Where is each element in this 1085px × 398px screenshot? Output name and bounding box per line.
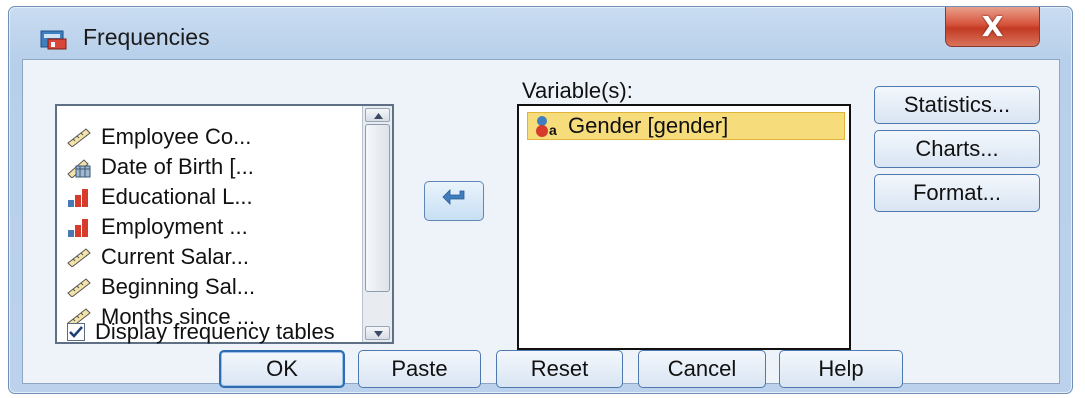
checkmark-icon — [69, 326, 83, 338]
list-item[interactable]: a Gender [gender] — [527, 112, 845, 140]
svg-text:a: a — [549, 122, 557, 138]
dialog-client-area: Employee Co... Date of Birth [... Educat… — [22, 59, 1060, 388]
vertical-scrollbar[interactable] — [362, 106, 392, 342]
scroll-up-button[interactable] — [365, 108, 390, 122]
scroll-down-button[interactable] — [365, 326, 390, 340]
scroll-thumb[interactable] — [365, 124, 390, 292]
ruler-icon — [65, 125, 93, 149]
display-frequency-tables-checkbox[interactable] — [67, 323, 85, 341]
close-button[interactable]: X — [945, 7, 1040, 47]
list-item[interactable]: Current Salar... — [65, 242, 249, 272]
list-item-label: Educational L... — [101, 184, 253, 209]
ruler-icon — [65, 245, 93, 269]
nominal-icon: a — [532, 114, 562, 138]
statistics-button[interactable]: Statistics... — [874, 86, 1040, 124]
move-variable-button[interactable] — [424, 181, 484, 221]
help-button[interactable]: Help — [779, 350, 903, 388]
format-button[interactable]: Format... — [874, 174, 1040, 212]
display-frequency-tables-option[interactable]: Display frequency tables — [67, 319, 335, 345]
selected-variables-list[interactable]: a Gender [gender] — [517, 104, 851, 350]
list-item-label: Date of Birth [... — [101, 154, 254, 179]
cancel-button[interactable]: Cancel — [638, 350, 766, 388]
ordinal-bar-icon — [65, 185, 93, 209]
checkbox-label: Display frequency tables — [95, 319, 335, 344]
frequencies-icon — [39, 27, 69, 51]
frequencies-dialog: Frequencies X Employee Co... Date of Bir… — [8, 6, 1073, 394]
list-item[interactable]: Employee Co... — [65, 122, 251, 152]
variables-label: Variable(s): — [522, 78, 633, 103]
list-item-label: Gender [gender] — [568, 113, 729, 138]
list-item[interactable]: Educational L... — [65, 182, 253, 212]
list-item-label: Employee Co... — [101, 124, 252, 149]
list-item-label: Current Salar... — [101, 244, 249, 269]
list-item-label: Beginning Sal... — [101, 274, 256, 299]
list-item-label: Employment ... — [101, 214, 248, 239]
title-bar[interactable]: Frequencies X — [9, 7, 1072, 59]
source-variable-list[interactable]: Employee Co... Date of Birth [... Educat… — [55, 104, 394, 344]
list-item[interactable]: Beginning Sal... — [65, 272, 255, 302]
calendar-scale-icon — [65, 155, 93, 179]
list-item[interactable]: Date of Birth [... — [65, 152, 254, 182]
ordinal-bar-icon — [65, 215, 93, 239]
reset-button[interactable]: Reset — [496, 350, 623, 388]
ruler-icon — [65, 275, 93, 299]
list-item[interactable]: Employment ... — [65, 212, 248, 242]
window-title: Frequencies — [83, 24, 210, 50]
charts-button[interactable]: Charts... — [874, 130, 1040, 168]
arrow-left-icon — [440, 188, 468, 214]
paste-button[interactable]: Paste — [358, 350, 481, 388]
ok-button[interactable]: OK — [219, 350, 345, 388]
